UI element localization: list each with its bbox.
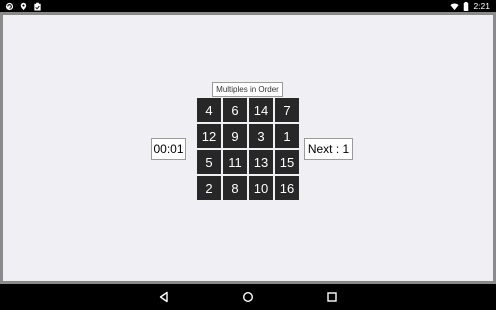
- tile[interactable]: 12: [197, 124, 221, 148]
- tile[interactable]: 14: [249, 98, 273, 122]
- tile[interactable]: 2: [197, 176, 221, 200]
- tile[interactable]: 1: [275, 124, 299, 148]
- game-title: Multiples in Order: [212, 82, 283, 97]
- status-bar: 2:21: [0, 0, 496, 12]
- navigation-bar: [0, 284, 496, 310]
- tile[interactable]: 11: [223, 150, 247, 174]
- sync-icon: [5, 2, 14, 10]
- back-icon[interactable]: [157, 290, 171, 304]
- tile[interactable]: 8: [223, 176, 247, 200]
- tile[interactable]: 7: [275, 98, 299, 122]
- tile[interactable]: 4: [197, 98, 221, 122]
- tile[interactable]: 16: [275, 176, 299, 200]
- location-icon: [20, 2, 27, 10]
- next-target-display: Next : 1: [304, 138, 353, 160]
- tile[interactable]: 10: [249, 176, 273, 200]
- recents-icon[interactable]: [325, 290, 339, 304]
- status-system-icons: 2:21: [450, 0, 490, 12]
- wifi-icon: [450, 3, 460, 10]
- tile[interactable]: 15: [275, 150, 299, 174]
- tile-grid: 4 6 14 7 12 9 3 1 5 11 13 15 2 8 10 16: [196, 97, 301, 202]
- status-notification-icons: [5, 1, 42, 11]
- tile[interactable]: 5: [197, 150, 221, 174]
- tile[interactable]: 9: [223, 124, 247, 148]
- tile[interactable]: 6: [223, 98, 247, 122]
- home-icon[interactable]: [241, 290, 255, 304]
- clipboard-icon: [34, 2, 41, 11]
- tile[interactable]: 3: [249, 124, 273, 148]
- tile[interactable]: 13: [249, 150, 273, 174]
- status-time: 2:21: [473, 1, 490, 11]
- timer-display: 00:01: [151, 138, 186, 160]
- battery-icon: [464, 1, 469, 11]
